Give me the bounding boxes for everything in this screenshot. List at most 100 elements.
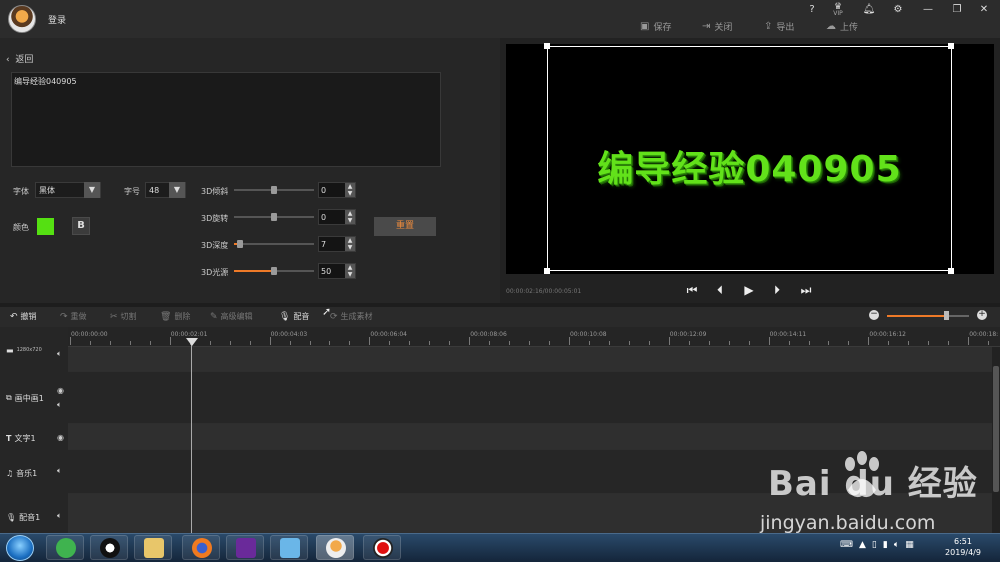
text-content-input[interactable]: 编导经验040905 xyxy=(11,72,441,167)
firefox-icon xyxy=(192,538,212,558)
vip-icon[interactable]: ♛ VIP xyxy=(830,3,846,17)
cut-button[interactable]: ✂ 切割 xyxy=(110,311,137,322)
spin-arrows-icon[interactable]: ▲ ▼ xyxy=(345,210,355,224)
ruler-minor-tick xyxy=(489,341,491,345)
close-project-button[interactable]: ⇥ 关闭 xyxy=(702,19,732,33)
redo-button[interactable]: ↷ 重做 xyxy=(60,311,87,322)
rotate-slider-handle[interactable] xyxy=(271,213,277,221)
resize-handle[interactable] xyxy=(948,43,954,49)
track-row[interactable] xyxy=(68,372,992,424)
login-link[interactable]: 登录 xyxy=(48,13,66,26)
ime-icon[interactable]: ▦ xyxy=(905,540,914,550)
app-logo-avatar[interactable] xyxy=(8,5,36,33)
taskbar-app-mail[interactable] xyxy=(270,535,308,560)
minimize-button[interactable]: — xyxy=(920,3,936,17)
spin-arrows-icon[interactable]: ▲ ▼ xyxy=(345,183,355,197)
tray-expand-icon[interactable]: ▲ xyxy=(859,540,866,550)
playhead-line[interactable] xyxy=(191,340,192,533)
light-spinbox[interactable]: 50 ▲ ▼ xyxy=(318,263,356,279)
taskbar-app-editor[interactable] xyxy=(226,535,264,560)
ruler-minor-tick xyxy=(449,341,451,345)
cut-label: 切割 xyxy=(120,312,137,321)
taskbar-app-360[interactable] xyxy=(46,535,84,560)
depth-spinbox[interactable]: 7 ▲ ▼ xyxy=(318,236,356,252)
battery-icon[interactable]: ▯ xyxy=(872,540,877,550)
resize-handle[interactable] xyxy=(948,268,954,274)
track-row[interactable] xyxy=(68,347,992,372)
notification-bell-icon[interactable]: 🔔︎ xyxy=(861,3,877,17)
speaker-icon[interactable]: 🔈︎ xyxy=(57,466,62,476)
eye-icon[interactable]: ◉ xyxy=(57,386,64,395)
size-select[interactable]: 48 ▼ xyxy=(145,182,186,198)
export-label: 导出 xyxy=(776,22,795,33)
video-icon: ▬ xyxy=(6,345,14,355)
taskbar-app-explorer[interactable] xyxy=(134,535,172,560)
keyboard-icon[interactable]: ⌨ xyxy=(840,540,853,550)
color-label: 颜色 xyxy=(13,223,29,232)
ruler-time-label: 00:00:18: xyxy=(969,331,999,338)
bold-button[interactable]: B xyxy=(72,217,90,235)
folder-icon xyxy=(144,538,164,558)
track-row[interactable] xyxy=(68,424,992,450)
network-icon[interactable]: ▮ xyxy=(883,540,888,550)
zoom-out-icon[interactable]: − xyxy=(869,310,879,320)
generate-material-button[interactable]: ⟳ 生成素材 xyxy=(330,311,373,322)
skip-to-start-icon[interactable]: ⏮ xyxy=(684,282,700,298)
pip-icon: ⧉ xyxy=(6,393,12,402)
taskbar-app-firefox[interactable] xyxy=(182,535,220,560)
ruler-time-label: 00:00:12:09 xyxy=(669,331,707,338)
volume-icon[interactable]: 🔈︎ xyxy=(894,540,899,550)
zoom-in-icon[interactable]: + xyxy=(977,310,987,320)
font-select[interactable]: 黑体 ▼ xyxy=(35,182,101,198)
ruler-minor-tick xyxy=(688,341,690,345)
back-button[interactable]: ‹ 返回 xyxy=(6,52,33,65)
play-icon[interactable]: ▶ xyxy=(741,282,757,298)
previous-frame-icon[interactable]: ⏴ xyxy=(712,282,728,298)
ruler-major-tick xyxy=(70,337,71,345)
preview-timecode: 00:00:02:16/00:00:05:01 xyxy=(506,288,582,295)
undo-button[interactable]: ↶ 撤销 xyxy=(10,311,37,322)
ruler-minor-tick xyxy=(529,341,531,345)
save-button[interactable]: ▣ 保存 xyxy=(640,19,671,33)
next-frame-icon[interactable]: ⏵ xyxy=(769,282,785,298)
depth-slider-handle[interactable] xyxy=(237,240,243,248)
spin-arrows-icon[interactable]: ▲ ▼ xyxy=(345,237,355,251)
dubbing-button[interactable]: 🎙︎ 配音 xyxy=(279,311,309,322)
color-swatch[interactable] xyxy=(37,218,54,235)
advanced-edit-button[interactable]: ✎ 高级编辑 xyxy=(210,311,253,322)
zoom-slider-handle[interactable] xyxy=(944,311,949,320)
timeline-ruler[interactable]: 00:00:00:00 00:00:02:01 00:00:04:03 00:00:0… xyxy=(68,327,1000,347)
upload-button[interactable]: ☁ 上传 xyxy=(826,19,858,33)
skip-to-end-icon[interactable]: ⏭ xyxy=(798,282,814,298)
taskbar-clock[interactable]: 6:51 2019/4/9 xyxy=(938,536,988,558)
speaker-icon[interactable]: 🔈︎ xyxy=(57,400,62,410)
pip-track-label: 画中画1 xyxy=(14,393,44,403)
speaker-icon[interactable]: 🔈︎ xyxy=(57,349,62,359)
depth-slider[interactable] xyxy=(234,243,314,245)
cloud-upload-icon: ☁ xyxy=(826,20,836,32)
reset-button[interactable]: 重置 xyxy=(374,217,436,236)
ruler-minor-tick xyxy=(149,341,151,345)
restore-button[interactable]: ❐ xyxy=(949,3,965,17)
resize-handle[interactable] xyxy=(544,43,550,49)
spin-arrows-icon[interactable]: ▲ ▼ xyxy=(345,264,355,278)
rotate-spinbox[interactable]: 0 ▲ ▼ xyxy=(318,209,356,225)
resize-handle[interactable] xyxy=(544,268,550,274)
close-window-button[interactable]: ✕ xyxy=(976,3,992,17)
playhead-marker-icon[interactable] xyxy=(186,338,198,346)
settings-gear-icon[interactable]: ⚙ xyxy=(890,3,906,17)
speaker-icon[interactable]: 🔈︎ xyxy=(57,511,62,521)
tilt-slider-handle[interactable] xyxy=(271,186,277,194)
taskbar-app-recorder[interactable] xyxy=(363,535,401,560)
help-button[interactable]: ? xyxy=(804,3,820,17)
export-button[interactable]: ⇪ 导出 xyxy=(764,19,794,33)
light-slider-handle[interactable] xyxy=(271,267,277,275)
taskbar-app-video-editor[interactable] xyxy=(316,535,354,560)
dubbing-track-label: 配音1 xyxy=(19,512,41,522)
start-button-icon[interactable] xyxy=(6,535,34,561)
delete-button[interactable]: 🗑︎ 删除 xyxy=(160,311,190,322)
eye-icon[interactable]: ◉ xyxy=(57,433,64,442)
taskbar-app-qq[interactable] xyxy=(90,535,128,560)
ruler-minor-tick xyxy=(129,341,131,345)
tilt-spinbox[interactable]: 0 ▲ ▼ xyxy=(318,182,356,198)
